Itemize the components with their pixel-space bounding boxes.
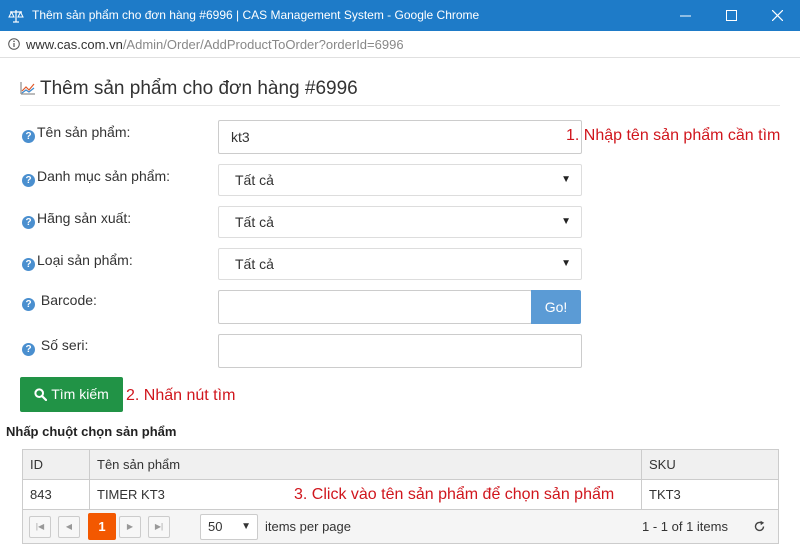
first-page-icon: |◀ (35, 522, 45, 531)
last-page-button[interactable]: ▶| (148, 516, 170, 538)
category-selected: Tất cả (235, 172, 274, 188)
grid-title: Nhấp chuột chọn sản phẩm (6, 424, 177, 439)
manufacturer-label: ? Hãng sản xuất: (22, 210, 131, 229)
maximize-icon (725, 10, 737, 21)
first-page-button[interactable]: |◀ (29, 516, 51, 538)
pager-info: 1 - 1 of 1 items (642, 519, 728, 534)
items-per-page-label: items per page (265, 519, 351, 534)
serial-input[interactable] (218, 334, 582, 368)
search-icon (34, 388, 48, 401)
next-page-icon: ▶ (126, 522, 134, 531)
scales-icon (8, 10, 24, 23)
prev-page-icon: ◀ (65, 522, 73, 531)
url-path: /Admin/Order/AddProductToOrder?orderId=6… (122, 37, 404, 52)
product-name-label: ? Tên sản phẩm: (22, 124, 130, 143)
grid-header: ID Tên sản phẩm SKU (23, 450, 778, 480)
product-type-label: ? Loại sản phẩm: (22, 252, 133, 271)
last-page-icon: ▶| (154, 522, 164, 531)
window-title: Thêm sản phẩm cho đơn hàng #6996 | CAS M… (32, 8, 480, 22)
next-page-button[interactable]: ▶ (119, 516, 141, 538)
product-name-label-text: Tên sản phẩm: (37, 124, 131, 140)
annotation-step3: 3. Click vào tên sản phẩm để chọn sản ph… (294, 486, 615, 503)
category-label-text: Danh mục sản phẩm: (37, 168, 171, 184)
caret-down-icon: ▼ (561, 258, 571, 269)
page-size-select[interactable]: 50 ▼ (200, 514, 258, 540)
title-divider (20, 105, 780, 106)
barcode-input[interactable] (218, 290, 532, 324)
help-icon: ? (22, 343, 35, 356)
category-label: ? Danh mục sản phẩm: (22, 168, 170, 187)
row-id[interactable]: 843 (23, 480, 90, 510)
caret-down-icon: ▼ (561, 216, 571, 227)
manufacturer-selected: Tất cả (235, 214, 274, 230)
minimize-button[interactable] (662, 0, 708, 31)
annotation-step2: 2. Nhấn nút tìm (126, 387, 236, 404)
page-1-button[interactable]: 1 (88, 513, 116, 540)
barcode-label: ? Barcode: (22, 292, 97, 311)
refresh-icon[interactable] (753, 520, 766, 533)
column-header-name[interactable]: Tên sản phẩm (90, 450, 642, 480)
annotation-step1: 1. Nhập tên sản phẩm cần tìm (566, 127, 781, 144)
product-type-label-text: Loại sản phẩm: (37, 252, 133, 268)
chart-icon (20, 82, 35, 95)
caret-down-icon: ▼ (241, 521, 251, 532)
help-icon: ? (22, 174, 35, 187)
window-titlebar: Thêm sản phẩm cho đơn hàng #6996 | CAS M… (0, 0, 800, 31)
prev-page-button[interactable]: ◀ (58, 516, 80, 538)
close-button[interactable] (754, 0, 800, 31)
page-title-text: Thêm sản phẩm cho đơn hàng #6996 (40, 78, 358, 99)
caret-down-icon: ▼ (561, 174, 571, 185)
info-icon[interactable] (8, 38, 20, 50)
search-button[interactable]: Tìm kiếm (20, 377, 123, 412)
column-header-id[interactable]: ID (23, 450, 90, 480)
address-bar[interactable]: www.cas.com.vn/Admin/Order/AddProductToO… (0, 31, 800, 58)
row-sku[interactable]: TKT3 (642, 480, 779, 510)
page-content: Thêm sản phẩm cho đơn hàng #6996 ? Tên sả… (0, 58, 800, 555)
minimize-icon (679, 15, 691, 17)
help-icon: ? (22, 258, 35, 271)
close-icon (771, 10, 783, 21)
maximize-button[interactable] (708, 0, 754, 31)
help-icon: ? (22, 216, 35, 229)
column-header-sku[interactable]: SKU (642, 450, 779, 480)
serial-label-text: Số seri: (40, 337, 89, 353)
product-type-selected: Tất cả (235, 256, 274, 272)
serial-label: ? Số seri: (22, 337, 88, 356)
manufacturer-label-text: Hãng sản xuất: (37, 210, 132, 226)
product-grid: ID Tên sản phẩm SKU 843 TIMER KT3 TKT3 3… (22, 449, 779, 544)
product-type-select[interactable]: Tất cả ▼ (218, 248, 582, 280)
page-title: Thêm sản phẩm cho đơn hàng #6996 (20, 78, 358, 100)
go-button[interactable]: Go! (531, 290, 581, 324)
page-size-value: 50 (208, 519, 223, 534)
grid-pager: |◀ ◀ 1 ▶ ▶| 50 ▼ items per page 1 - 1 of… (23, 510, 778, 543)
help-icon: ? (22, 130, 35, 143)
product-name-input[interactable]: kt3 (218, 120, 582, 154)
manufacturer-select[interactable]: Tất cả ▼ (218, 206, 582, 238)
url-text[interactable]: www.cas.com.vn/Admin/Order/AddProductToO… (26, 37, 404, 52)
help-icon: ? (22, 298, 35, 311)
table-row[interactable]: 843 TIMER KT3 TKT3 3. Click vào tên sản … (23, 480, 778, 510)
search-button-label: Tìm kiếm (51, 386, 109, 402)
category-select[interactable]: Tất cả ▼ (218, 164, 582, 196)
barcode-label-text: Barcode: (40, 292, 97, 308)
url-domain: www.cas.com.vn (26, 37, 123, 52)
